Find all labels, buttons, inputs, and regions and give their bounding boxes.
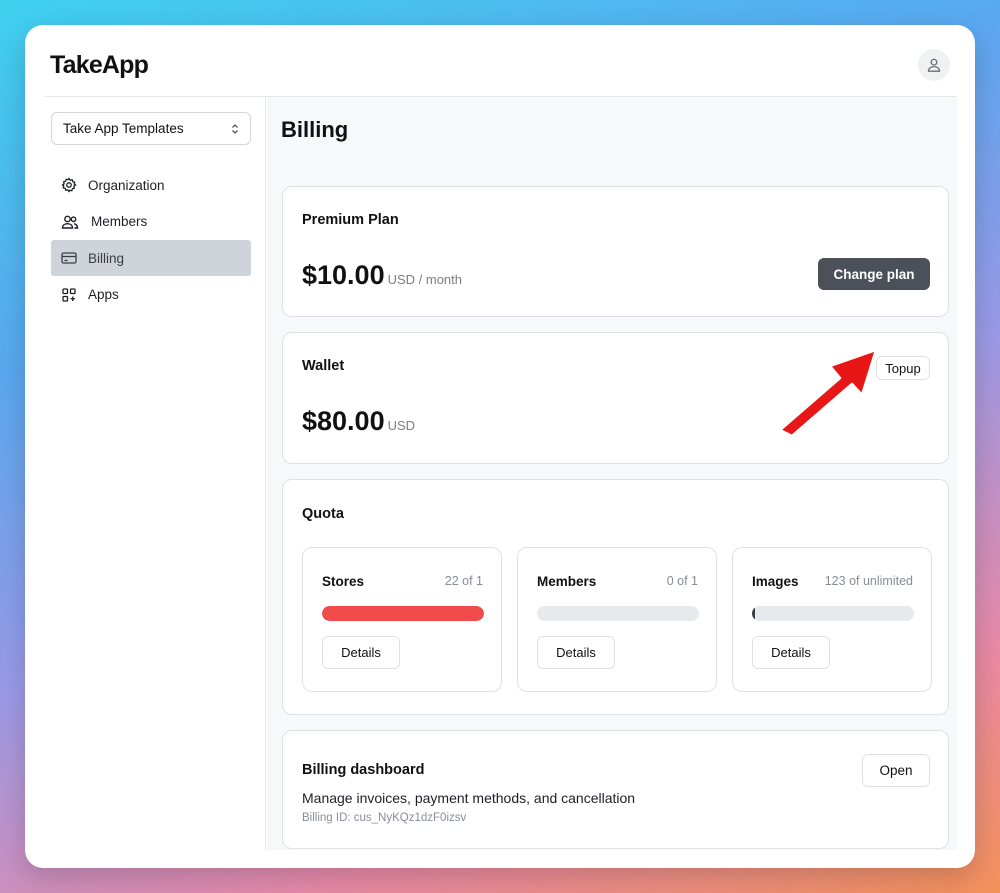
billing-dashboard-card: Billing dashboard Open Manage invoices, …	[282, 730, 949, 849]
quota-progress-fill	[322, 606, 484, 621]
change-plan-button[interactable]: Change plan	[818, 258, 930, 290]
dashboard-description: Manage invoices, payment methods, and ca…	[302, 790, 636, 806]
sidebar-nav: Organization Members Billing Apps	[51, 167, 251, 313]
plan-card: Premium Plan $10.00 USD / month Change pl…	[282, 186, 949, 317]
sidebar-item-apps[interactable]: Apps	[51, 277, 251, 313]
organization-select[interactable]: Take App Templates	[51, 112, 251, 145]
quota-members: Members 0 of 1 Details	[517, 547, 717, 692]
quota-images: Images 123 of unlimited Details	[732, 547, 932, 692]
annotation-arrow-icon	[778, 348, 878, 438]
quota-count: 123 of unlimited	[824, 574, 913, 588]
plan-amount: $10.00 USD / month	[302, 260, 462, 291]
details-button[interactable]: Details	[752, 636, 830, 669]
sidebar-item-billing[interactable]: Billing	[51, 240, 251, 276]
sidebar-item-organization[interactable]: Organization	[51, 167, 251, 203]
quota-progress-bar	[752, 606, 914, 621]
plan-price: $10.00	[302, 260, 385, 290]
user-icon	[927, 58, 941, 72]
wallet-title: Wallet	[302, 358, 345, 374]
wallet-amount: $80.00 USD	[302, 406, 415, 437]
page-title: Billing	[281, 117, 349, 142]
quota-progress-fill	[752, 606, 755, 621]
sidebar-item-label: Members	[91, 214, 148, 229]
wallet-unit: USD	[387, 418, 416, 433]
quota-label: Images	[752, 574, 799, 589]
user-avatar[interactable]	[918, 49, 950, 81]
plan-unit: USD / month	[387, 272, 463, 287]
sidebar-item-label: Apps	[88, 287, 119, 302]
main-content: Billing Premium Plan $10.00 USD / month C…	[267, 97, 957, 850]
quota-label: Stores	[322, 574, 365, 589]
chevron-updown-icon	[232, 124, 238, 134]
sidebar-item-label: Organization	[88, 177, 165, 193]
app-window: TakeApp Take App Templates Organization …	[25, 25, 975, 868]
details-button[interactable]: Details	[322, 636, 400, 669]
sidebar: Take App Templates Organization Members …	[25, 97, 266, 850]
wallet-balance: $80.00	[302, 406, 385, 436]
open-button[interactable]: Open	[862, 754, 930, 787]
users-icon	[61, 214, 79, 230]
credit-card-icon	[61, 250, 77, 266]
apps-icon	[61, 287, 77, 303]
quota-count: 22 of 1	[444, 574, 483, 588]
sidebar-item-members[interactable]: Members	[51, 204, 251, 240]
quota-title: Quota	[302, 506, 344, 522]
sidebar-item-label: Billing	[88, 250, 125, 266]
gear-icon	[61, 177, 77, 193]
quota-progress-bar	[537, 606, 699, 621]
quota-progress-bar	[322, 606, 484, 621]
quota-count: 0 of 1	[666, 574, 698, 588]
app-logo[interactable]: TakeApp	[50, 51, 149, 80]
quota-label: Members	[537, 574, 597, 589]
quota-card: Quota Stores 22 of 1 Details Members 0 o…	[282, 479, 949, 715]
details-button[interactable]: Details	[537, 636, 615, 669]
topbar: TakeApp	[25, 25, 975, 97]
organization-select-value: Take App Templates	[63, 121, 184, 136]
plan-title: Premium Plan	[302, 212, 399, 228]
dashboard-title: Billing dashboard	[302, 762, 425, 778]
billing-id: Billing ID: cus_NyKQz1dzF0izsv	[302, 812, 467, 824]
quota-stores: Stores 22 of 1 Details	[302, 547, 502, 692]
